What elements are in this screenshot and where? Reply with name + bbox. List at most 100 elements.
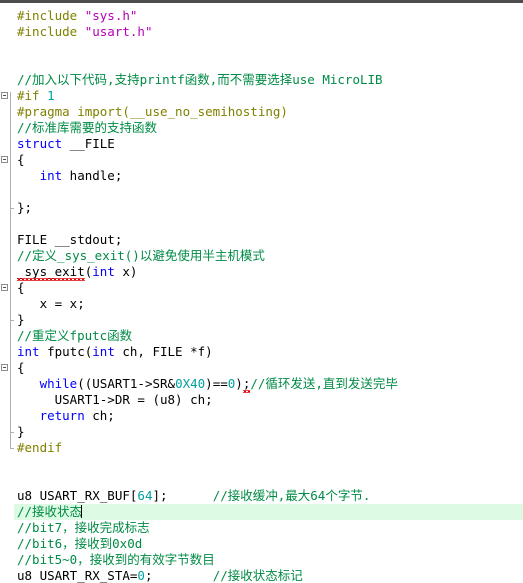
code-token: //重定义fputc函数 [17,328,133,343]
code-line[interactable]: x = x; [0,296,523,312]
code-token: fputc( [39,344,93,359]
code-token: u8 USART_RX_STA= [17,568,138,583]
code-token: int [17,344,40,359]
fold-rail-end-2 [10,320,14,321]
code-token: ch; [84,408,115,423]
fold-rail-2 [10,284,11,320]
code-token: USART1->DR = (u8) ch; [17,392,213,407]
fold-toggle-fputc[interactable] [1,364,8,371]
fold-rail-end-1 [10,208,14,209]
code-line-text: USART1->DR = (u8) ch; [0,392,213,408]
code-line-text: struct __FILE [0,136,115,152]
code-token: ) [235,376,243,391]
code-token: 0X40 [175,376,206,391]
code-line[interactable] [0,216,523,232]
code-line[interactable]: //加入以下代码,支持printf函数,而不需要选择use MicroLIB [0,72,523,88]
fold-toggle-sys-exit[interactable] [1,284,8,291]
code-line[interactable]: return ch; [0,408,523,424]
code-line-text: //加入以下代码,支持printf函数,而不需要选择use MicroLIB [0,72,383,88]
code-line[interactable]: //重定义fputc函数 [0,328,523,344]
code-token: } [17,312,25,327]
code-text-area[interactable]: #include "sys.h" #include "usart.h" //加入以下… [0,3,523,583]
error-squiggle-token: _sys_exit [17,264,85,281]
code-line[interactable]: } [0,312,523,328]
fold-rail-end-0 [10,448,14,449]
code-token: 0 [137,568,145,583]
fold-toggle-struct[interactable] [1,156,8,163]
code-line-text: //标准库需要的支持函数 [0,120,157,136]
code-line[interactable]: { [0,280,523,296]
code-token: #if [17,88,48,103]
code-token: __FILE [62,136,115,151]
code-editor[interactable]: #include "sys.h" #include "usart.h" //加入以下… [0,0,523,583]
code-token: //接收状态标记 [212,568,303,583]
code-line[interactable]: } [0,424,523,440]
code-line-text: while((USART1->SR&0X40)==0);//循环发送,直到发送完… [0,376,398,393]
code-line[interactable]: //bit7，接收完成标志 [0,520,523,536]
code-line[interactable] [0,56,523,72]
code-line[interactable]: int fputc(int ch, FILE *f) [0,344,523,360]
code-token: )== [205,376,228,391]
code-token: ]; [152,488,213,503]
code-token: //标准库需要的支持函数 [17,120,158,135]
code-line[interactable]: while((USART1->SR&0X40)==0);//循环发送,直到发送完… [0,376,523,393]
error-squiggle-token: ; [242,376,251,393]
code-line[interactable]: //bit5~0，接收到的有效字节数目 [0,552,523,568]
code-token: //接收缓冲,最大64个字节. [212,488,371,503]
code-token: //bit7，接收完成标志 [17,520,150,535]
code-line-text: #include "sys.h" [0,8,137,24]
code-line[interactable]: USART1->DR = (u8) ch; [0,392,523,408]
code-line[interactable]: //标准库需要的支持函数 [0,120,523,136]
code-token: ; [144,568,213,583]
code-line[interactable]: u8 USART_RX_BUF[64]; //接收缓冲,最大64个字节. [0,488,523,504]
code-line-text: //bit7，接收完成标志 [0,520,150,536]
code-line-text: int handle; [0,168,123,184]
code-line[interactable]: //接收状态 [0,504,523,520]
code-line-text: //bit5~0，接收到的有效字节数目 [0,552,215,568]
code-line[interactable]: int handle; [0,168,523,184]
code-line[interactable]: u8 USART_RX_STA=0; //接收状态标记 [0,568,523,583]
code-line-text: FILE __stdout; [0,232,122,248]
code-line[interactable]: //定义_sys_exit()以避免使用半主机模式 [0,248,523,264]
code-line[interactable]: #include "usart.h" [0,24,523,40]
code-token: #endif [17,440,63,455]
code-line[interactable]: }; [0,200,523,216]
code-token: #include [17,8,85,23]
code-line[interactable] [0,456,523,472]
code-line[interactable]: #pragma import(__use_no_semihosting) [0,104,523,120]
code-line[interactable]: #endif [0,440,523,456]
fold-rail-3 [10,364,11,432]
code-line[interactable]: { [0,152,523,168]
code-token: while [39,376,78,391]
code-token: #include [17,24,85,39]
code-token: //接收状态 [17,504,83,519]
fold-toggle-if[interactable] [1,92,8,99]
folding-margin[interactable] [0,3,14,583]
code-token: { [17,360,25,375]
code-token: //定义_sys_exit()以避免使用半主机模式 [17,248,265,263]
code-token: struct [17,136,63,151]
text-caret [81,505,83,518]
code-token: x) [114,264,138,279]
code-token: int [92,264,115,279]
code-line-text: _sys_exit(int x) [0,264,138,281]
code-token: x = x; [17,296,85,311]
code-line[interactable] [0,40,523,56]
code-line[interactable] [0,184,523,200]
code-line[interactable]: #if 1 [0,88,523,104]
code-token: }; [17,200,33,215]
code-line[interactable]: _sys_exit(int x) [0,264,523,281]
fold-rail-1 [10,156,11,208]
code-line[interactable]: struct __FILE [0,136,523,152]
code-token: { [17,152,25,167]
code-line[interactable]: { [0,360,523,376]
code-line-text: //重定义fputc函数 [0,328,132,344]
code-line[interactable]: //bit6，接收到0x0d [0,536,523,552]
code-line[interactable]: #include "sys.h" [0,8,523,24]
code-line[interactable] [0,472,523,488]
code-line[interactable]: FILE __stdout; [0,232,523,248]
code-line-text: #pragma import(__use_no_semihosting) [0,104,288,120]
